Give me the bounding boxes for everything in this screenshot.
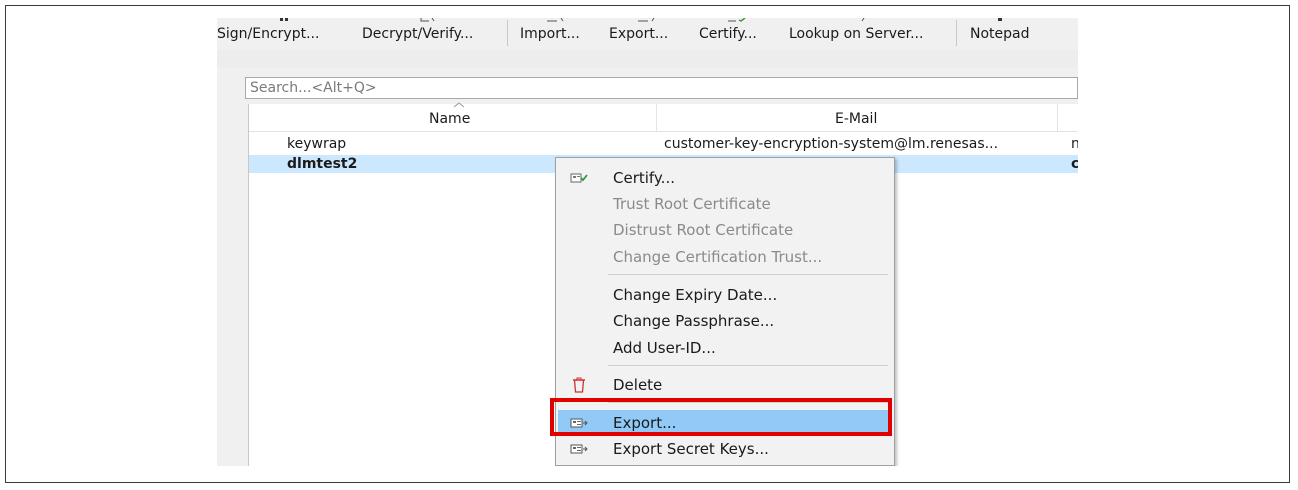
export-secret-icon — [570, 444, 588, 454]
decrypt-verify-button[interactable]: Decrypt/Verify... — [362, 18, 497, 50]
export-button[interactable]: Export... — [609, 18, 689, 50]
list-header: Name E-Mail — [249, 102, 1078, 132]
lookup-server-icon — [861, 18, 865, 22]
toolbar-separator — [507, 20, 508, 46]
column-header-name[interactable]: Name — [249, 104, 657, 131]
import-button[interactable]: Import... — [520, 18, 595, 50]
notepad-icon — [998, 18, 1002, 21]
table-row[interactable]: keywrap customer-key-encryption-system@l… — [249, 135, 1078, 153]
certify-button[interactable]: Certify... — [699, 18, 774, 50]
decrypt-verify-icon — [420, 18, 435, 22]
menu-item-distrust-root-certificate[interactable]: Distrust Root Certificate — [558, 217, 892, 243]
export-icon — [638, 18, 655, 22]
toolbar-separator — [956, 20, 957, 46]
menu-item-trust-root-certificate[interactable]: Trust Root Certificate — [558, 191, 892, 217]
menu-item-certify[interactable]: Certify... — [558, 165, 892, 191]
cell-extra: c — [1071, 156, 1078, 172]
highlight-callout — [550, 398, 892, 436]
cell-name: keywrap — [287, 136, 347, 152]
menu-item-export-secret-keys[interactable]: Export Secret Keys... — [558, 436, 892, 462]
sign-encrypt-label: Sign/Encrypt... — [217, 26, 320, 42]
sign-encrypt-icon — [280, 18, 288, 21]
menu-separator — [608, 274, 888, 275]
delete-icon — [573, 377, 585, 393]
menu-item-add-user-id[interactable]: Add User-ID... — [558, 335, 892, 361]
import-icon — [547, 18, 564, 22]
menu-item-delete[interactable]: Delete — [558, 372, 892, 398]
menu-item-change-certification-trust[interactable]: Change Certification Trust... — [558, 244, 892, 270]
certify-icon — [570, 173, 588, 183]
cell-name: dlmtest2 — [287, 156, 358, 172]
toolbar-divider-area — [217, 50, 1078, 68]
search-input[interactable] — [245, 77, 1078, 99]
lookup-on-server-label: Lookup on Server... — [789, 26, 924, 42]
column-header-email[interactable]: E-Mail — [657, 104, 1058, 131]
menu-item-change-expiry-date[interactable]: Change Expiry Date... — [558, 282, 892, 308]
toolbar: Sign/Encrypt... Decrypt/Verify... Import… — [217, 18, 1078, 50]
notepad-label: Notepad — [970, 26, 1030, 42]
certify-label: Certify... — [699, 26, 757, 42]
menu-item-change-passphrase[interactable]: Change Passphrase... — [558, 308, 892, 334]
menu-separator — [608, 365, 888, 366]
cell-extra: n — [1071, 136, 1078, 152]
sign-encrypt-button[interactable]: Sign/Encrypt... — [217, 18, 352, 50]
decrypt-verify-label: Decrypt/Verify... — [362, 26, 474, 42]
cell-email: customer-key-encryption-system@lm.renesa… — [664, 136, 999, 152]
notepad-button[interactable]: Notepad — [970, 18, 1045, 50]
export-label: Export... — [609, 26, 669, 42]
import-label: Import... — [520, 26, 580, 42]
certify-icon — [728, 18, 746, 22]
lookup-on-server-button[interactable]: Lookup on Server... — [789, 18, 949, 50]
